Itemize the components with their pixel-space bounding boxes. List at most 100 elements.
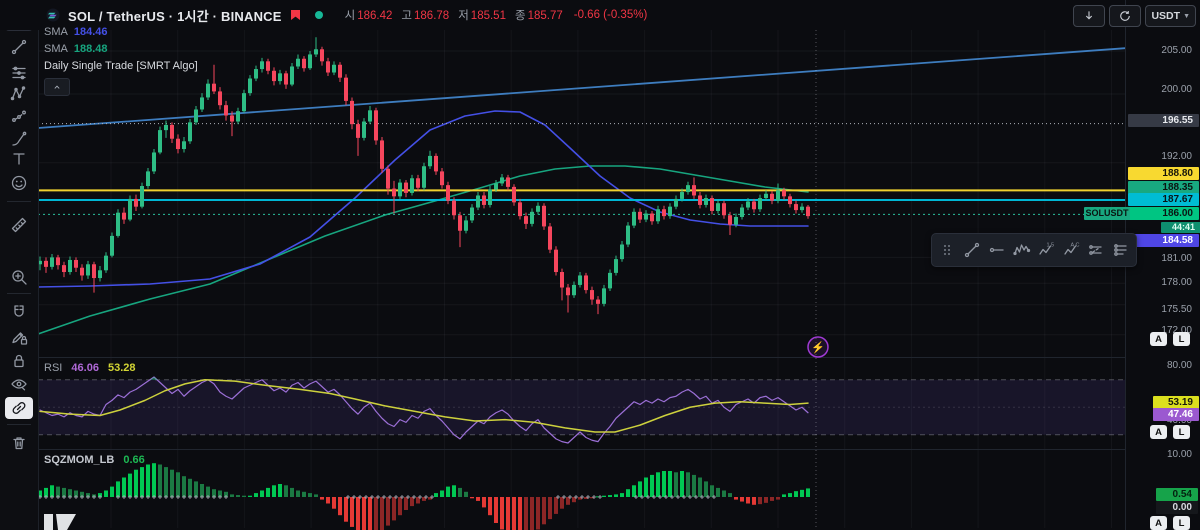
horizontal-ray-icon [989, 247, 1004, 253]
rsi-value-badge[interactable]: 53.19 [1153, 395, 1199, 409]
left-drawing-toolbar [0, 0, 39, 530]
price-axis-badge[interactable]: 184.58 [1128, 233, 1199, 247]
lock-icon [14, 354, 24, 368]
reset-view-button[interactable] [1109, 5, 1142, 27]
alert-price-badge[interactable]: 196.55 [1128, 113, 1199, 127]
draw-lock-icon [12, 332, 28, 345]
toolbar-divider [7, 201, 31, 202]
svg-text:⚡: ⚡ [811, 341, 825, 354]
tradingview-logo [44, 514, 76, 530]
price-axis-badge[interactable]: 188.35 [1128, 180, 1199, 194]
auto-scale-button[interactable]: A [1150, 516, 1167, 530]
forecast-tool-button[interactable] [5, 105, 33, 127]
flat-forecast-icon [1113, 244, 1127, 256]
price-axis-tick: 10.00 [1166, 449, 1192, 460]
price-axis-badge[interactable]: 187.67 [1128, 192, 1199, 206]
ohlc-readout: 시 186.42 고 186.78 저 185.51 종 185.77 -0.66 (-… [344, 9, 648, 22]
price-axis-tick: 205.00 [1161, 45, 1192, 56]
price-axis-tick: 200.00 [1161, 84, 1192, 95]
link-tool-button[interactable] [5, 397, 33, 419]
sqzmom-legend[interactable]: SQZMOM_LB 0.66 [44, 454, 145, 466]
trendline-icon [11, 39, 27, 55]
ruler-tool-button[interactable] [5, 214, 33, 236]
wave-ac-icon: AC [1064, 243, 1080, 255]
lock-tool-button[interactable] [5, 350, 33, 372]
zoom-in-icon [12, 270, 27, 285]
flat-forecast-button[interactable] [1109, 236, 1132, 264]
price-axis-badge[interactable]: 44:41 [1161, 221, 1200, 233]
forecast-icon [12, 110, 26, 122]
toolbar-divider [7, 424, 31, 425]
svg-text:1: 1 [1047, 243, 1050, 249]
svg-text:C: C [1076, 243, 1080, 249]
parallel-forecast-icon [1089, 245, 1102, 255]
price-axis[interactable]: 205.00 200.00 192.00 181.00 178.00 175.50 172.… [1125, 0, 1200, 530]
horizontal-lines-tool-button[interactable] [5, 62, 33, 84]
flag-icon[interactable] [290, 9, 301, 21]
market-status-dot [314, 11, 323, 19]
legend-sma-slow[interactable]: SMA 188.48 [44, 41, 198, 58]
wave-15-button[interactable]: 15 [1035, 236, 1058, 264]
price-axis-badge[interactable]: 186.00 [1128, 206, 1199, 220]
wave-15-icon: 15 [1039, 243, 1054, 255]
price-axis-tick: 192.00 [1161, 151, 1192, 162]
toolbar-divider [7, 293, 31, 294]
hide-tool-button[interactable] [5, 373, 33, 395]
brush-tool-button[interactable] [5, 128, 33, 150]
sol-logo-icon [46, 8, 60, 22]
log-scale-button[interactable]: L [1173, 425, 1190, 439]
link-icon [12, 402, 26, 414]
wave-ac-button[interactable]: AC [1060, 236, 1083, 264]
trendline-icon [964, 242, 980, 258]
svg-text:A: A [1071, 243, 1075, 249]
magnet-tool-button[interactable] [5, 301, 33, 323]
log-scale-button[interactable]: L [1173, 332, 1190, 346]
currency-dropdown[interactable]: USDT ▼ [1145, 5, 1196, 27]
rsi-legend[interactable]: RSI 46.06 53.28 [44, 362, 136, 374]
legend-algo[interactable]: Daily Single Trade [SMRT Algo] [44, 58, 198, 75]
drag-handle-icon [944, 245, 951, 255]
price-axis-badge[interactable]: 188.80 [1128, 166, 1199, 180]
floating-drawing-toolbar: 15 AC [931, 233, 1137, 267]
elliott-wave-button[interactable] [1010, 236, 1033, 264]
ruler-icon [11, 217, 27, 233]
screenshot-download-button[interactable] [1073, 5, 1106, 27]
text-icon [13, 153, 25, 165]
price-axis-tick: 178.00 [1161, 277, 1192, 288]
zoom-in-tool-button[interactable] [5, 266, 33, 288]
magnet-icon [14, 305, 24, 317]
price-axis-tick: 181.00 [1161, 253, 1192, 264]
emoji-icon [11, 175, 27, 191]
auto-scale-button[interactable]: A [1150, 332, 1167, 346]
elliott-wave-icon [1012, 244, 1030, 256]
price-axis-tick: 80.00 [1166, 360, 1192, 371]
symbol-price-tag: SOLUSDT [1084, 206, 1130, 220]
change-readout: -0.66 (-0.35%) [573, 9, 648, 21]
auto-scale-button[interactable]: A [1150, 425, 1167, 439]
horizontal-ray-button[interactable] [986, 236, 1009, 264]
parallel-forecast-button[interactable] [1085, 236, 1108, 264]
trash-tool-button[interactable] [5, 432, 33, 454]
hide-icon [11, 379, 27, 391]
legend-sma-fast[interactable]: SMA 184.46 [44, 24, 198, 41]
xabcd-pattern-icon [10, 86, 26, 101]
rsi-value-badge[interactable]: 47.46 [1153, 407, 1199, 421]
trendline-button[interactable] [961, 236, 984, 264]
text-tool-button[interactable] [5, 148, 33, 170]
emoji-tool-button[interactable] [5, 172, 33, 194]
brush-icon [12, 131, 27, 146]
draw-lock-tool-button[interactable] [5, 326, 33, 348]
horizontal-lines-icon [12, 66, 26, 80]
log-scale-button[interactable]: L [1173, 516, 1190, 530]
legend-collapse-button[interactable] [44, 78, 70, 96]
sqzmom-value-badge[interactable]: 0.00 [1156, 500, 1198, 514]
symbol-title[interactable]: SOL / TetherUS · 1시간 · BINANCE [68, 6, 282, 25]
header-right-buttons: USDT ▼ [1073, 5, 1196, 27]
price-axis-tick: 175.50 [1161, 304, 1192, 315]
xabcd-pattern-tool-button[interactable] [5, 83, 33, 105]
indicator-legend: SMA 184.46 SMA 188.48 Daily Single Trade [… [44, 24, 198, 75]
sqzmom-value-badge[interactable]: 0.54 [1156, 487, 1198, 501]
drag-handle-button[interactable] [936, 236, 959, 264]
svg-text:5: 5 [1051, 243, 1054, 249]
trendline-tool-button[interactable] [5, 36, 33, 58]
